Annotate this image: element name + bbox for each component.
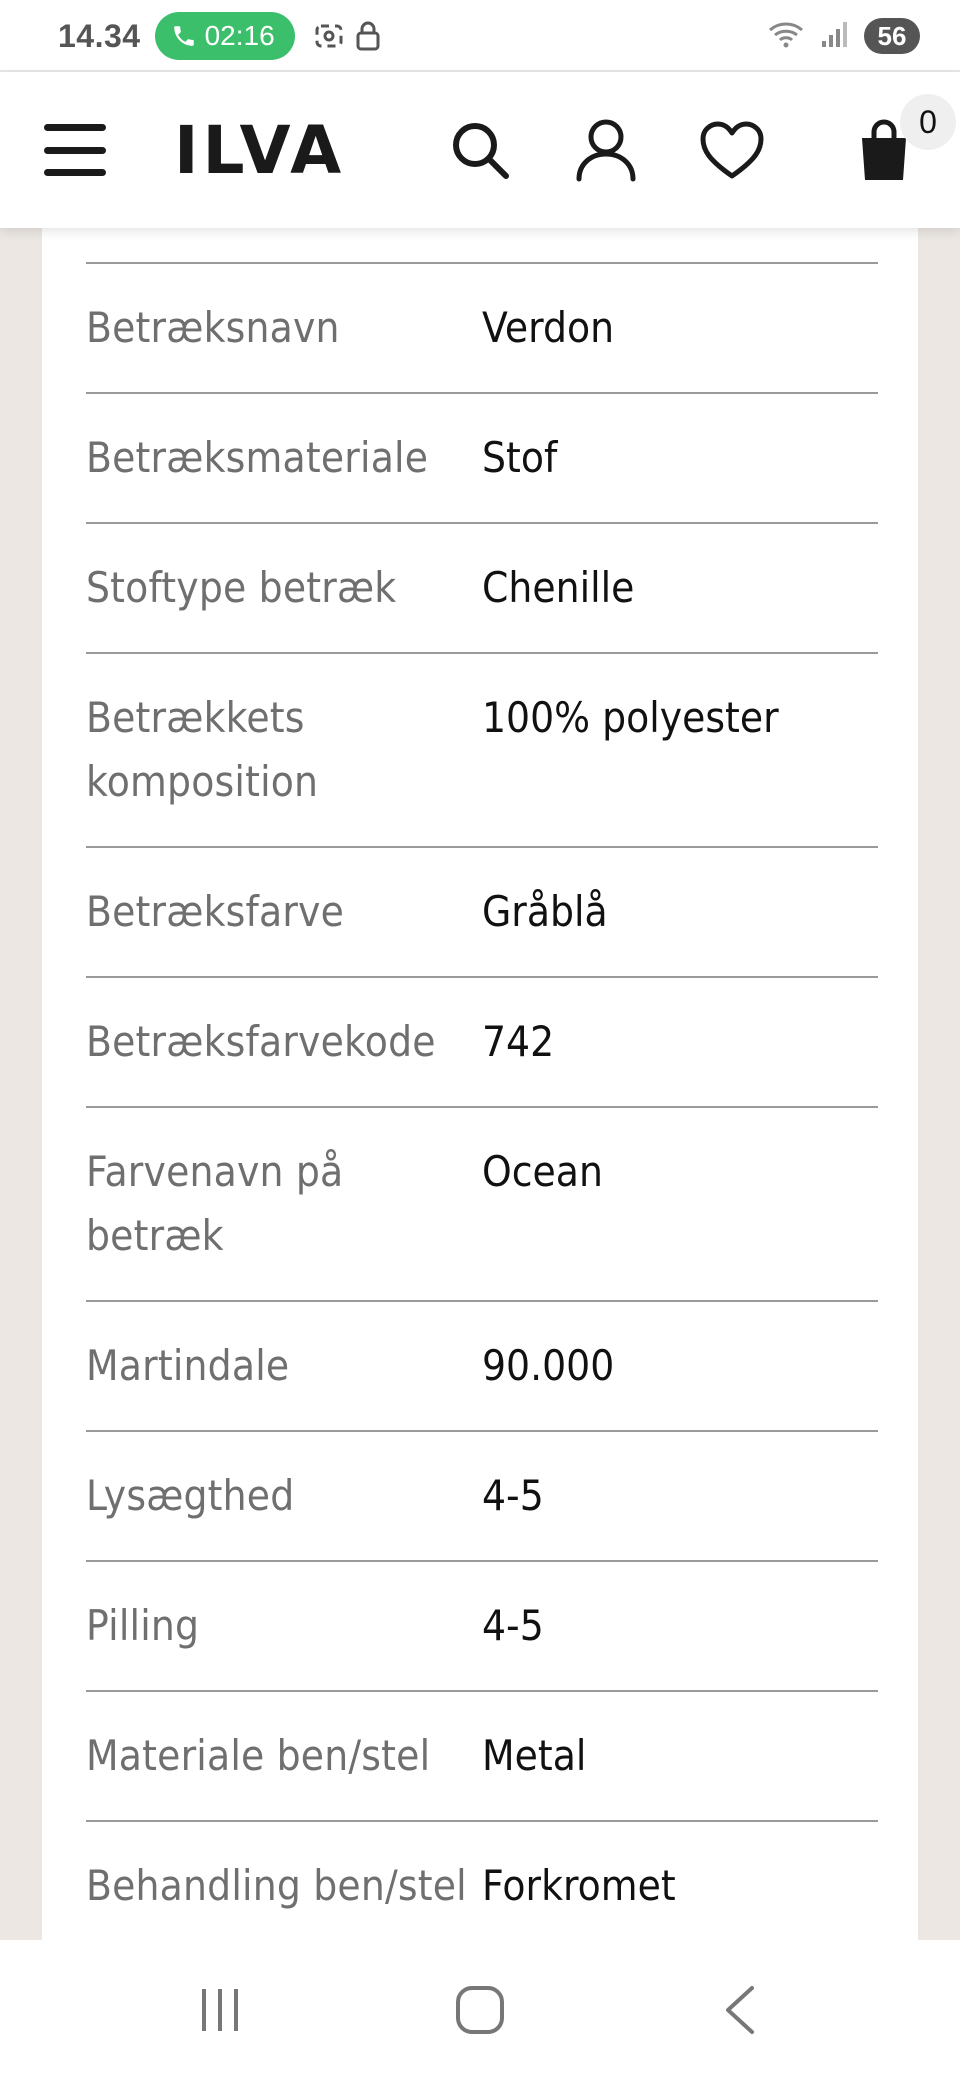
spec-row: Behandling ben/stel Forkromet [86, 1820, 878, 1940]
home-icon[interactable] [430, 1970, 530, 2050]
spec-row: Betræksnavn Verdon [86, 262, 878, 392]
user-icon[interactable] [568, 112, 644, 188]
call-timer: 02:16 [204, 20, 275, 51]
spec-row: Pilling 4-5 [86, 1560, 878, 1690]
status-bar: 14.34 02:16 56 [0, 0, 960, 72]
cart-count-badge: 0 [900, 94, 956, 150]
spec-row: Stoftype betræk Chenille [86, 522, 878, 652]
spec-label: Pilling [86, 1601, 200, 1650]
spec-label: Materiale ben/stel [86, 1731, 431, 1780]
spec-row: Betrækkets komposition 100% polyester [86, 652, 878, 846]
spec-row: Betræksfarvekode 742 [86, 976, 878, 1106]
heart-icon[interactable] [694, 112, 770, 188]
spec-label: Betræksmateriale [86, 433, 429, 482]
product-specifications: Betræksnavn Verdon Betræksmateriale Stof… [42, 228, 918, 1940]
spec-value: Ocean [482, 1147, 603, 1196]
spec-value: 90.000 [482, 1341, 615, 1390]
spec-row: Materiale ben/stel Metal [86, 1690, 878, 1820]
spec-label: Martindale [86, 1341, 290, 1390]
system-navigation-bar [0, 1940, 960, 2080]
lock-icon [355, 20, 381, 52]
spec-value: 4-5 [482, 1601, 544, 1650]
wifi-icon [766, 18, 806, 55]
spec-label: Betræksfarve [86, 887, 345, 936]
signal-icon [820, 19, 850, 54]
ilva-logo[interactable]: ILVA [174, 118, 345, 184]
spec-value: 4-5 [482, 1471, 544, 1520]
spec-value: 100% polyester [482, 693, 779, 742]
spec-label: Betræksnavn [86, 303, 340, 352]
spec-row: Lysægthed 4-5 [86, 1430, 878, 1560]
phone-icon [173, 26, 194, 46]
spec-label: Betrækkets komposition [86, 693, 319, 806]
spec-row: Martindale 90.000 [86, 1300, 878, 1430]
battery-indicator: 56 [864, 18, 920, 54]
spec-value: Gråblå [482, 887, 608, 936]
hamburger-menu-icon[interactable] [44, 124, 106, 176]
status-time: 14.34 [58, 17, 141, 54]
spec-value: Metal [482, 1731, 587, 1780]
screenshot-icon [313, 20, 345, 52]
spec-value: Stof [482, 433, 558, 482]
spec-value: Forkromet [482, 1861, 676, 1910]
search-icon[interactable] [442, 112, 518, 188]
spec-label: Stoftype betræk [86, 563, 397, 612]
spec-value: Verdon [482, 303, 615, 352]
spec-value: Chenille [482, 563, 635, 612]
spec-row: Betræksfarve Gråblå [86, 846, 878, 976]
spec-value: 742 [482, 1017, 555, 1066]
spec-label: Farvenavn på betræk [86, 1147, 344, 1260]
spec-label: Betræksfarvekode [86, 1017, 436, 1066]
spec-label: Lysægthed [86, 1471, 295, 1520]
spec-row: Betræksmateriale Stof [86, 392, 878, 522]
ongoing-call-pill[interactable]: 02:16 [154, 12, 295, 60]
site-header: ILVA 0 [0, 72, 960, 228]
recent-apps-icon[interactable] [170, 1970, 270, 2050]
spec-label: Behandling ben/stel [86, 1861, 467, 1910]
spec-table: Betræksnavn Verdon Betræksmateriale Stof… [86, 262, 878, 1940]
back-icon[interactable] [690, 1970, 790, 2050]
spec-row: Farvenavn på betræk Ocean [86, 1106, 878, 1300]
